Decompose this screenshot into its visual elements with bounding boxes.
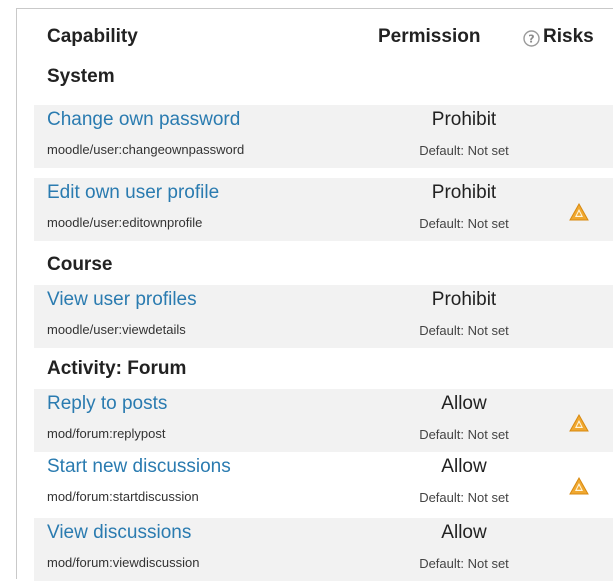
table-header: Capability Permission ? Risks [0, 24, 613, 60]
permission-default: Default: Not set [419, 427, 509, 442]
permission-value[interactable]: Allow [364, 393, 564, 415]
svg-text:?: ? [528, 33, 534, 46]
permission-default: Default: Not set [419, 323, 509, 338]
table-row: View discussions mod/forum:viewdiscussio… [34, 518, 613, 581]
permission-value[interactable]: Prohibit [364, 109, 564, 131]
capability-link[interactable]: Reply to posts [47, 393, 167, 415]
section-heading-activity-forum: Activity: Forum [47, 358, 187, 379]
capability-name: mod/forum:replypost [47, 426, 166, 441]
capability-name: mod/forum:startdiscussion [47, 489, 199, 504]
capability-name: mod/forum:viewdiscussion [47, 555, 200, 570]
question-circle-icon[interactable]: ? [523, 30, 540, 47]
risk-warning-icon[interactable] [569, 203, 589, 221]
risk-warning-icon[interactable] [569, 414, 589, 432]
capability-column-header: Capability [47, 26, 138, 47]
permission-value[interactable]: Prohibit [364, 182, 564, 204]
capability-link[interactable]: View user profiles [47, 289, 197, 311]
capability-name: moodle/user:changeownpassword [47, 142, 245, 157]
section-heading-course: Course [47, 254, 113, 275]
table-row: Edit own user profile moodle/user:editow… [34, 178, 613, 241]
capability-link[interactable]: View discussions [47, 522, 191, 544]
section-heading-system: System [47, 66, 115, 87]
table-row: Reply to posts mod/forum:replypost Allow… [34, 389, 613, 452]
permission-value[interactable]: Prohibit [364, 289, 564, 311]
table-row: View user profiles moodle/user:viewdetai… [34, 285, 613, 348]
table-row: Change own password moodle/user:changeow… [34, 105, 613, 168]
risks-column-header: Risks [543, 26, 594, 47]
capability-link[interactable]: Change own password [47, 109, 240, 131]
risk-warning-icon[interactable] [569, 477, 589, 495]
capability-name: moodle/user:viewdetails [47, 322, 186, 337]
permission-column-header: Permission [378, 26, 481, 47]
permission-value[interactable]: Allow [364, 522, 564, 544]
permission-default: Default: Not set [419, 216, 509, 231]
capability-link[interactable]: Start new discussions [47, 456, 231, 478]
permission-default: Default: Not set [419, 556, 509, 571]
capability-name: moodle/user:editownprofile [47, 215, 203, 230]
permission-default: Default: Not set [419, 143, 509, 158]
table-row: Start new discussions mod/forum:startdis… [34, 452, 613, 515]
capability-link[interactable]: Edit own user profile [47, 182, 219, 204]
permission-default: Default: Not set [419, 490, 509, 505]
permission-value[interactable]: Allow [364, 456, 564, 478]
